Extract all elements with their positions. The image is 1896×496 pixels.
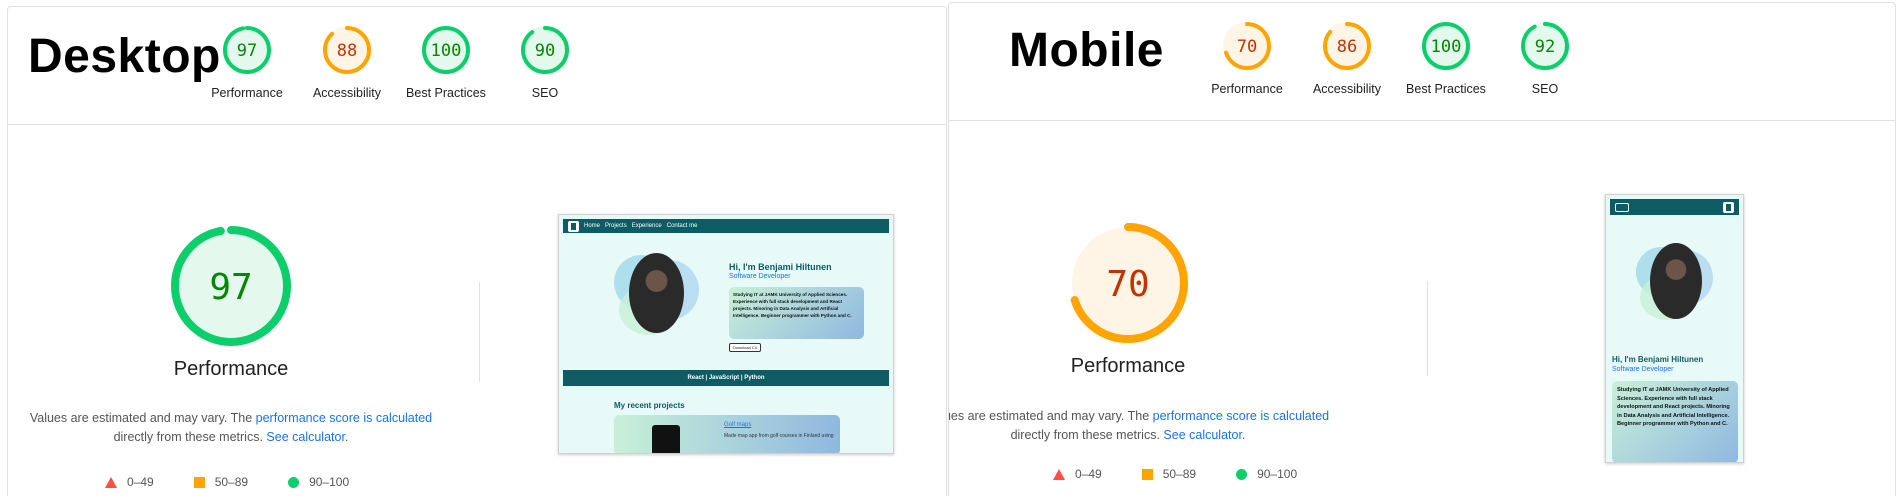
profile-photo: [1650, 243, 1702, 319]
site-logo-icon: [568, 220, 579, 232]
svg-text:97: 97: [237, 41, 257, 61]
hero-bio-card: Studying IT at JAMK University of Applie…: [1612, 381, 1738, 462]
gauge-ring-icon: 92: [1521, 22, 1569, 70]
main-gauge-label: Performance: [173, 358, 289, 380]
mobile-title: Mobile: [1009, 24, 1164, 77]
performance-score-link[interactable]: performance score is calculated: [1153, 409, 1329, 423]
legend-pass: 90–100: [1236, 467, 1297, 481]
project-phone-image: [652, 425, 680, 453]
hero-role: Software Developer: [1612, 366, 1674, 373]
gauge-label: SEO: [1531, 82, 1559, 96]
hero-name: Hi, I'm Benjami Hiltunen: [1612, 355, 1704, 364]
svg-text:70: 70: [1106, 264, 1149, 305]
gauge-ring-icon: 100: [422, 26, 470, 74]
svg-text:100: 100: [431, 41, 462, 61]
legend-pass: 90–100: [288, 475, 349, 489]
svg-text:70: 70: [1237, 37, 1257, 57]
mobile-main-gauge: 70 Performance: [978, 221, 1278, 378]
mobile-header: Mobile 70 Performance 86 Accessibility 1…: [949, 3, 1895, 121]
gauge-ring-icon: 88: [323, 26, 371, 74]
site-nav: [1610, 199, 1739, 215]
svg-text:97: 97: [209, 267, 252, 308]
score-note: Values are estimated and may vary. The p…: [948, 409, 1330, 442]
hero-name: Hi, I'm Benjami Hiltunen: [729, 262, 832, 272]
site-logo-icon: [1723, 201, 1734, 213]
legend-average: 50–89: [193, 475, 248, 489]
vertical-divider: [479, 282, 480, 382]
mobile-report-panel: Mobile 70 Performance 86 Accessibility 1…: [948, 2, 1896, 496]
svg-text:92: 92: [1535, 37, 1555, 57]
project-text: Made map app from golf courses in Finlan…: [724, 433, 834, 439]
gauge-mobile-seo[interactable]: 92 SEO: [1485, 20, 1605, 96]
main-gauge-label: Performance: [1070, 355, 1186, 377]
gauge-label: SEO: [531, 86, 559, 100]
hero-bio-card: Studying IT at JAMK University of Applie…: [729, 287, 864, 339]
pass-circle-icon: [1236, 468, 1248, 480]
download-cv-button: Download CV: [729, 343, 762, 352]
fail-triangle-icon: [1053, 468, 1065, 480]
gauge-ring-icon: 100: [1422, 22, 1470, 70]
svg-text:86: 86: [1337, 37, 1357, 57]
score-legend: 0–49 50–89 90–100: [1053, 467, 1337, 481]
desktop-page-screenshot[interactable]: Home Projects Experience Contact me Hi, I'm…: [558, 214, 894, 454]
gauge-desktop-seo[interactable]: 90 SEO: [485, 24, 605, 100]
average-square-icon: [1141, 468, 1153, 480]
main-gauge-ring-icon: 97: [171, 226, 291, 346]
project-title: Golf maps: [724, 422, 752, 428]
vertical-divider: [1427, 281, 1428, 376]
site-nav: Home Projects Experience Contact me: [563, 219, 889, 233]
gauge-ring-icon: 70: [1223, 22, 1271, 70]
fail-triangle-icon: [105, 476, 117, 488]
profile-photo: [629, 253, 684, 333]
desktop-main-gauge: 97 Performance: [81, 224, 381, 381]
mobile-page-screenshot[interactable]: Hi, I'm Benjami Hiltunen Software Develo…: [1605, 194, 1744, 463]
hero-role: Software Developer: [729, 273, 791, 280]
gauge-ring-icon: 97: [223, 26, 271, 74]
tech-bar: React | JavaScript | Python: [563, 370, 889, 386]
average-square-icon: [193, 476, 205, 488]
recent-projects-heading: My recent projects: [614, 401, 685, 410]
legend-average: 50–89: [1141, 467, 1196, 481]
desktop-header: Desktop 97 Performance 88 Accessibility …: [8, 7, 946, 125]
pass-circle-icon: [288, 476, 300, 488]
svg-text:100: 100: [1431, 37, 1462, 57]
score-note: Values are estimated and may vary. The p…: [29, 411, 433, 444]
see-calculator-link[interactable]: See calculator.: [266, 430, 348, 444]
svg-text:90: 90: [535, 41, 555, 61]
performance-score-link[interactable]: performance score is calculated: [256, 411, 432, 425]
see-calculator-link[interactable]: See calculator.: [1163, 428, 1245, 442]
gauge-ring-icon: 86: [1323, 22, 1371, 70]
score-legend: 0–49 50–89 90–100: [105, 475, 389, 489]
gauge-ring-icon: 90: [521, 26, 569, 74]
hamburger-menu-icon: [1615, 202, 1629, 212]
svg-text:88: 88: [337, 41, 357, 61]
desktop-report-panel: Desktop 97 Performance 88 Accessibility …: [7, 6, 947, 496]
legend-fail: 0–49: [105, 475, 154, 489]
legend-fail: 0–49: [1053, 467, 1102, 481]
main-gauge-ring-icon: 70: [1068, 223, 1188, 343]
